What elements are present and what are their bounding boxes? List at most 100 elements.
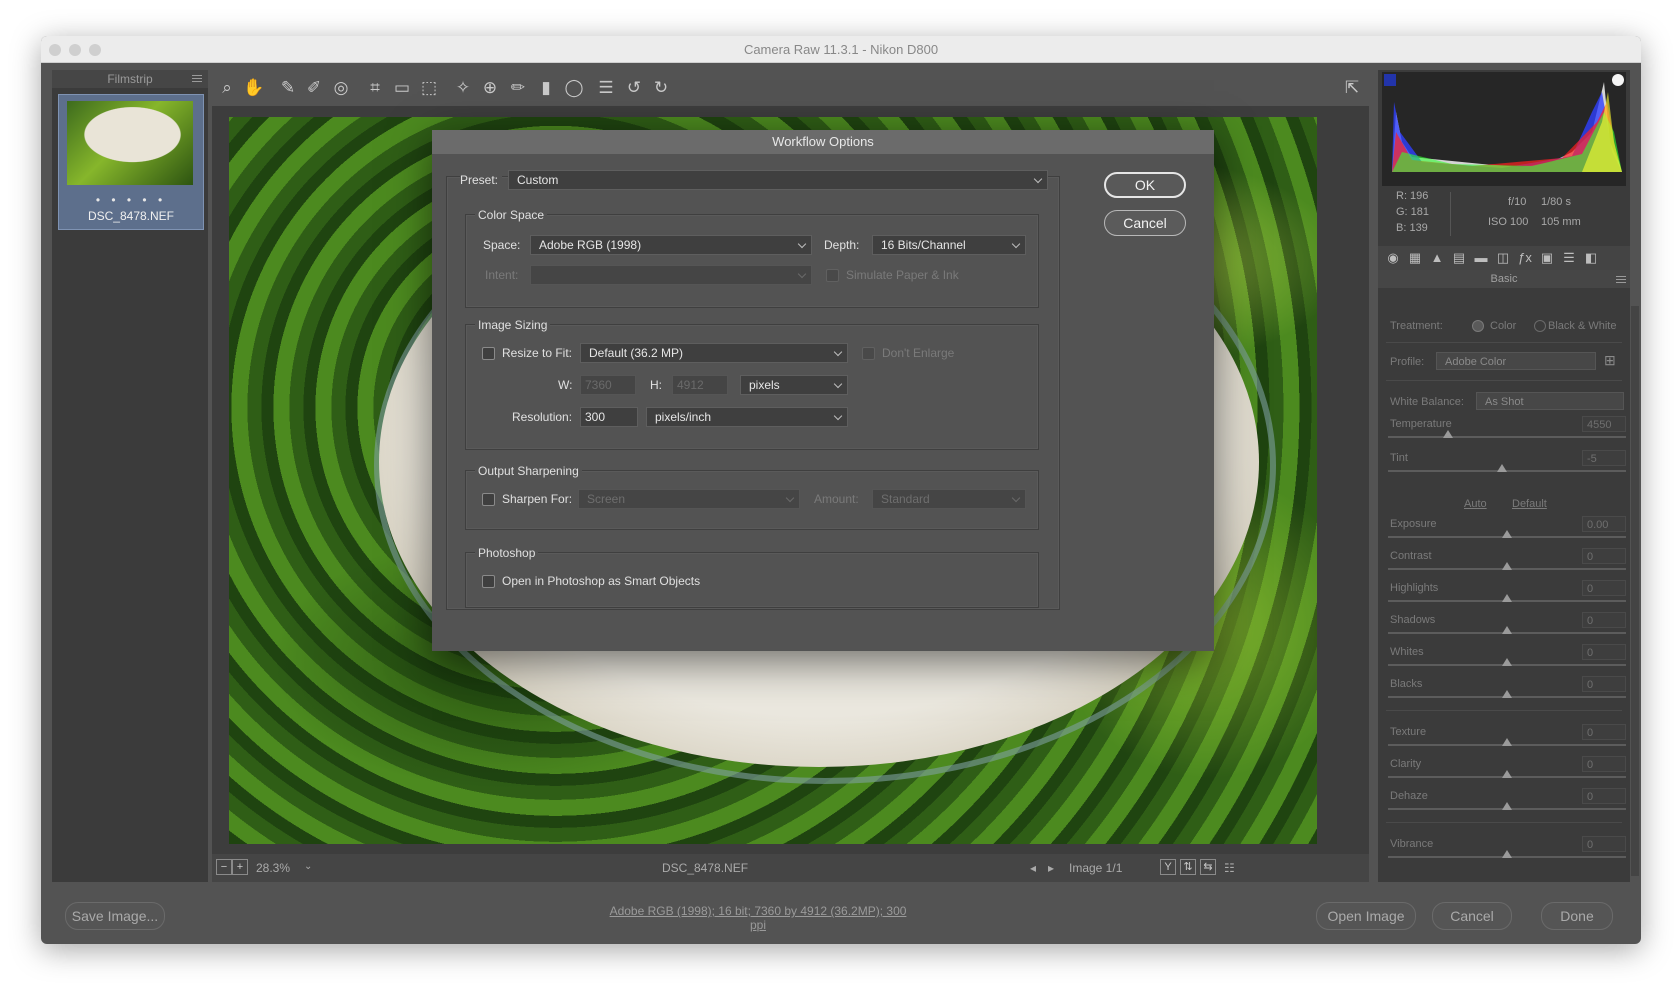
open-image-button[interactable]: Open Image (1316, 902, 1416, 930)
clarity-value-input[interactable]: 0 (1582, 756, 1626, 772)
texture-slider-thumb[interactable] (1502, 738, 1512, 746)
temperature-label: Temperature (1390, 418, 1452, 430)
temperature-value-input[interactable]: 4550 (1582, 416, 1626, 432)
detail-tab-icon[interactable]: ▲ (1428, 250, 1446, 266)
ok-button[interactable]: OK (1104, 172, 1186, 198)
white-balance-icon[interactable]: ✎ (276, 76, 300, 100)
treatment-color-label[interactable]: Color (1490, 320, 1516, 332)
zoom-icon[interactable]: ⌕ (215, 76, 239, 100)
rating-dots[interactable]: • • • • • (59, 193, 203, 207)
cancel-button[interactable]: Cancel (1432, 902, 1512, 930)
temperature-slider-track[interactable] (1388, 436, 1626, 438)
shadow-clipping-icon[interactable] (1384, 74, 1396, 86)
radial-filter-icon[interactable]: ◯ (562, 76, 586, 100)
contrast-value-input[interactable]: 0 (1582, 548, 1626, 564)
shadows-slider-thumb[interactable] (1502, 626, 1512, 634)
graduated-filter-icon[interactable]: ▮ (534, 76, 558, 100)
smart-objects-checkbox[interactable] (482, 575, 495, 588)
filmstrip-menu-icon[interactable] (192, 75, 202, 83)
auto-link[interactable]: Auto (1464, 498, 1487, 510)
treatment-bw-radio[interactable] (1534, 320, 1546, 332)
before-after-icon[interactable]: Y (1160, 859, 1176, 875)
transform-icon[interactable]: ⬚ (417, 76, 441, 100)
lens-corrections-tab-icon[interactable]: ◫ (1494, 250, 1512, 266)
red-eye-icon[interactable]: ⊕ (478, 76, 502, 100)
preview-status-bar: − + 28.3% ⌄ DSC_8478.NEF ◂ ▸ Image 1/1 Y… (212, 854, 1369, 882)
preview-preferences-icon[interactable]: ☷ (1224, 861, 1235, 875)
swap-settings-icon[interactable]: ⇅ (1180, 859, 1196, 875)
zoom-dropdown-icon[interactable]: ⌄ (304, 861, 312, 872)
color-sampler-icon[interactable]: ✐ (302, 76, 326, 100)
next-image-icon[interactable]: ▸ (1048, 861, 1054, 875)
preset-select[interactable]: Custom (508, 170, 1048, 190)
highlights-value-input[interactable]: 0 (1582, 580, 1626, 596)
tint-value-input[interactable]: -5 (1582, 450, 1626, 466)
highlights-slider-thumb[interactable] (1502, 594, 1512, 602)
depth-select[interactable]: 16 Bits/Channel (872, 235, 1026, 255)
highlight-clipping-icon[interactable] (1612, 74, 1624, 86)
blacks-value-input[interactable]: 0 (1582, 676, 1626, 692)
units-select[interactable]: pixels (740, 375, 848, 395)
resize-to-fit-checkbox[interactable] (482, 347, 495, 360)
dehaze-value-input[interactable]: 0 (1582, 788, 1626, 804)
whites-slider-thumb[interactable] (1502, 658, 1512, 666)
resize-to-fit-value: Default (36.2 MP) (589, 346, 684, 360)
exposure-slider-thumb[interactable] (1502, 530, 1512, 538)
filmstrip-thumbnail[interactable]: • • • • • DSC_8478.NEF (58, 94, 204, 230)
hand-icon[interactable]: ✋ (242, 76, 266, 100)
treatment-bw-label[interactable]: Black & White (1548, 320, 1616, 332)
vibrance-value-input[interactable]: 0 (1582, 836, 1626, 852)
workflow-options-link[interactable]: Adobe RGB (1998); 16 bit; 7360 by 4912 (… (603, 904, 913, 932)
title-bar: Camera Raw 11.3.1 - Nikon D800 (41, 36, 1641, 63)
rotate-right-icon[interactable]: ↻ (649, 76, 673, 100)
spot-removal-icon[interactable]: ✧ (451, 76, 475, 100)
resolution-units-select[interactable]: pixels/inch (646, 407, 848, 427)
zoom-level[interactable]: 28.3% (256, 861, 290, 875)
profile-browser-icon[interactable]: ⊞ (1604, 352, 1624, 370)
fullscreen-toggle-icon[interactable]: ⇱ (1340, 76, 1364, 100)
targeted-adjustment-icon[interactable]: ◎ (329, 76, 353, 100)
sharpen-for-checkbox[interactable] (482, 493, 495, 506)
panel-menu-icon[interactable] (1616, 276, 1626, 283)
crop-icon[interactable]: ⌗ (363, 76, 387, 100)
dialog-title: Workflow Options (432, 130, 1214, 154)
temperature-slider-thumb[interactable] (1442, 430, 1453, 438)
hsl-tab-icon[interactable]: ▤ (1450, 250, 1468, 266)
zoom-out-icon[interactable]: − (216, 859, 232, 875)
tone-curve-tab-icon[interactable]: ▦ (1406, 250, 1424, 266)
resize-to-fit-select[interactable]: Default (36.2 MP) (580, 343, 848, 363)
presets-tab-icon[interactable]: ☰ (1560, 250, 1578, 266)
straighten-icon[interactable]: ▭ (390, 76, 414, 100)
split-toning-tab-icon[interactable]: ▬ (1472, 250, 1490, 266)
basic-tab-icon[interactable]: ◉ (1384, 250, 1402, 266)
dehaze-slider-thumb[interactable] (1502, 802, 1512, 810)
whites-value-input[interactable]: 0 (1582, 644, 1626, 660)
profile-select[interactable]: Adobe Color (1436, 352, 1596, 370)
presets-list-icon[interactable]: ☰ (594, 76, 618, 100)
vibrance-slider-thumb[interactable] (1502, 850, 1512, 858)
shadows-value-input[interactable]: 0 (1582, 612, 1626, 628)
done-button[interactable]: Done (1541, 902, 1613, 930)
snapshots-tab-icon[interactable]: ◧ (1582, 250, 1600, 266)
resolution-input[interactable]: 300 (580, 407, 638, 427)
dialog-cancel-button[interactable]: Cancel (1104, 210, 1186, 236)
contrast-slider-thumb[interactable] (1502, 562, 1512, 570)
default-link[interactable]: Default (1512, 498, 1547, 510)
calibration-tab-icon[interactable]: ▣ (1538, 250, 1556, 266)
zoom-in-icon[interactable]: + (232, 859, 248, 875)
texture-value-input[interactable]: 0 (1582, 724, 1626, 740)
prev-image-icon[interactable]: ◂ (1030, 861, 1036, 875)
space-select[interactable]: Adobe RGB (1998) (530, 235, 812, 255)
tint-slider-thumb[interactable] (1497, 464, 1508, 472)
rotate-left-icon[interactable]: ↺ (622, 76, 646, 100)
exposure-value-input[interactable]: 0.00 (1582, 516, 1626, 532)
clarity-slider-thumb[interactable] (1502, 770, 1512, 778)
panel-scrollbar[interactable] (1631, 306, 1639, 876)
treatment-color-radio[interactable] (1472, 320, 1484, 332)
white-balance-select[interactable]: As Shot (1476, 392, 1624, 410)
adjustment-brush-icon[interactable]: ✏ (506, 76, 530, 100)
effects-tab-icon[interactable]: ƒx (1516, 250, 1534, 266)
save-image-button[interactable]: Save Image... (65, 902, 165, 930)
copy-settings-icon[interactable]: ⇆ (1200, 859, 1216, 875)
blacks-slider-thumb[interactable] (1502, 690, 1512, 698)
